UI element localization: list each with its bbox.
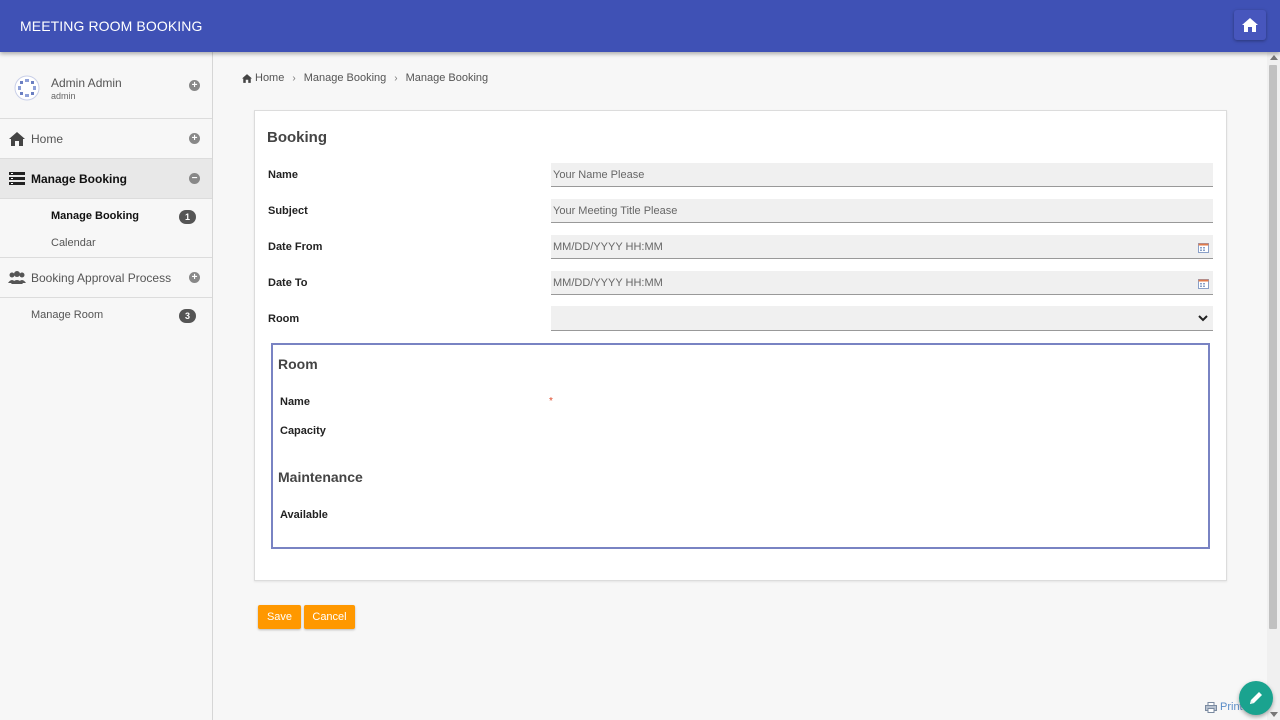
breadcrumb-home[interactable]: Home: [255, 72, 284, 84]
user-name: Admin Admin: [51, 76, 122, 90]
breadcrumb: Home › Manage Booking › Manage Booking: [242, 72, 488, 84]
list-icon: [9, 172, 25, 185]
room-label: Room: [268, 313, 300, 325]
sidebar-item-booking-approval[interactable]: Booking Approval Process +: [0, 258, 212, 298]
print-link[interactable]: Print: [1205, 701, 1243, 713]
avatar: [14, 75, 40, 101]
sidebar-item-label: Manage Room: [31, 309, 104, 321]
calendar-icon[interactable]: [1198, 279, 1209, 289]
save-button[interactable]: Save: [258, 605, 301, 629]
chevron-down-icon: [1198, 315, 1208, 322]
home-icon: [9, 132, 25, 146]
name-input[interactable]: [551, 163, 1213, 187]
date-to-input[interactable]: [551, 271, 1213, 295]
edit-fab-button[interactable]: [1239, 681, 1273, 715]
room-section-title: Room: [278, 356, 318, 372]
panel-title: Booking: [267, 129, 327, 146]
scroll-up-icon[interactable]: [1270, 55, 1278, 60]
sidebar-item-label: Home: [31, 132, 64, 146]
room-details-box: Room Name * Capacity Maintenance Availab…: [271, 343, 1210, 549]
sidebar: Admin Admin admin + Home + Manage Bookin…: [0, 52, 213, 720]
plus-circle-icon[interactable]: +: [189, 80, 200, 91]
sidebar-item-label: Manage Booking: [31, 172, 128, 186]
sidebar-item-home[interactable]: Home +: [0, 119, 212, 159]
pencil-icon: [1250, 692, 1262, 704]
user-profile[interactable]: Admin Admin admin +: [0, 52, 212, 119]
sidebar-item-manage-room[interactable]: Manage Room 3: [0, 298, 212, 336]
breadcrumb-current: Manage Booking: [405, 72, 489, 84]
sidebar-item-label: Booking Approval Process: [31, 271, 172, 285]
date-from-label: Date From: [268, 241, 323, 253]
page-scrollbar[interactable]: [1267, 52, 1280, 720]
subject-label: Subject: [268, 205, 308, 217]
printer-icon: [1205, 701, 1217, 713]
count-badge: 3: [179, 309, 196, 323]
subject-input[interactable]: [551, 199, 1213, 223]
cancel-button[interactable]: Cancel: [304, 605, 355, 629]
scroll-down-icon[interactable]: [1270, 712, 1278, 717]
app-title: MEETING ROOM BOOKING: [20, 18, 203, 34]
user-role: admin: [51, 91, 76, 101]
date-to-label: Date To: [268, 277, 308, 289]
scroll-thumb[interactable]: [1269, 65, 1277, 629]
maintenance-section-title: Maintenance: [278, 469, 363, 485]
chevron-right-icon: ›: [292, 72, 296, 84]
date-from-input[interactable]: [551, 235, 1213, 259]
sidebar-item-manage-booking[interactable]: Manage Booking −: [0, 159, 212, 199]
manage-booking-submenu: Manage Booking 1 Calendar: [0, 199, 212, 258]
minus-circle-icon[interactable]: −: [189, 173, 200, 184]
users-icon: [8, 271, 26, 284]
room-name-label: Name: [280, 396, 310, 408]
count-badge: 1: [179, 210, 196, 224]
room-select[interactable]: [551, 306, 1213, 331]
plus-circle-icon[interactable]: +: [189, 133, 200, 144]
name-label: Name: [268, 169, 298, 181]
top-bar: MEETING ROOM BOOKING: [0, 0, 1280, 52]
booking-panel: Booking Name Subject Date From Date To R…: [254, 110, 1227, 581]
home-icon: [1242, 18, 1258, 32]
available-label: Available: [280, 509, 328, 521]
chevron-right-icon: ›: [394, 72, 398, 84]
calendar-icon[interactable]: [1198, 243, 1209, 253]
capacity-label: Capacity: [280, 425, 326, 437]
home-button[interactable]: [1234, 10, 1266, 40]
home-icon: [242, 73, 252, 83]
required-mark: *: [549, 396, 553, 407]
submenu-item-calendar[interactable]: Calendar: [51, 237, 96, 249]
breadcrumb-item[interactable]: Manage Booking: [304, 72, 387, 84]
plus-circle-icon[interactable]: +: [189, 272, 200, 283]
submenu-item-manage-booking[interactable]: Manage Booking: [51, 210, 139, 222]
